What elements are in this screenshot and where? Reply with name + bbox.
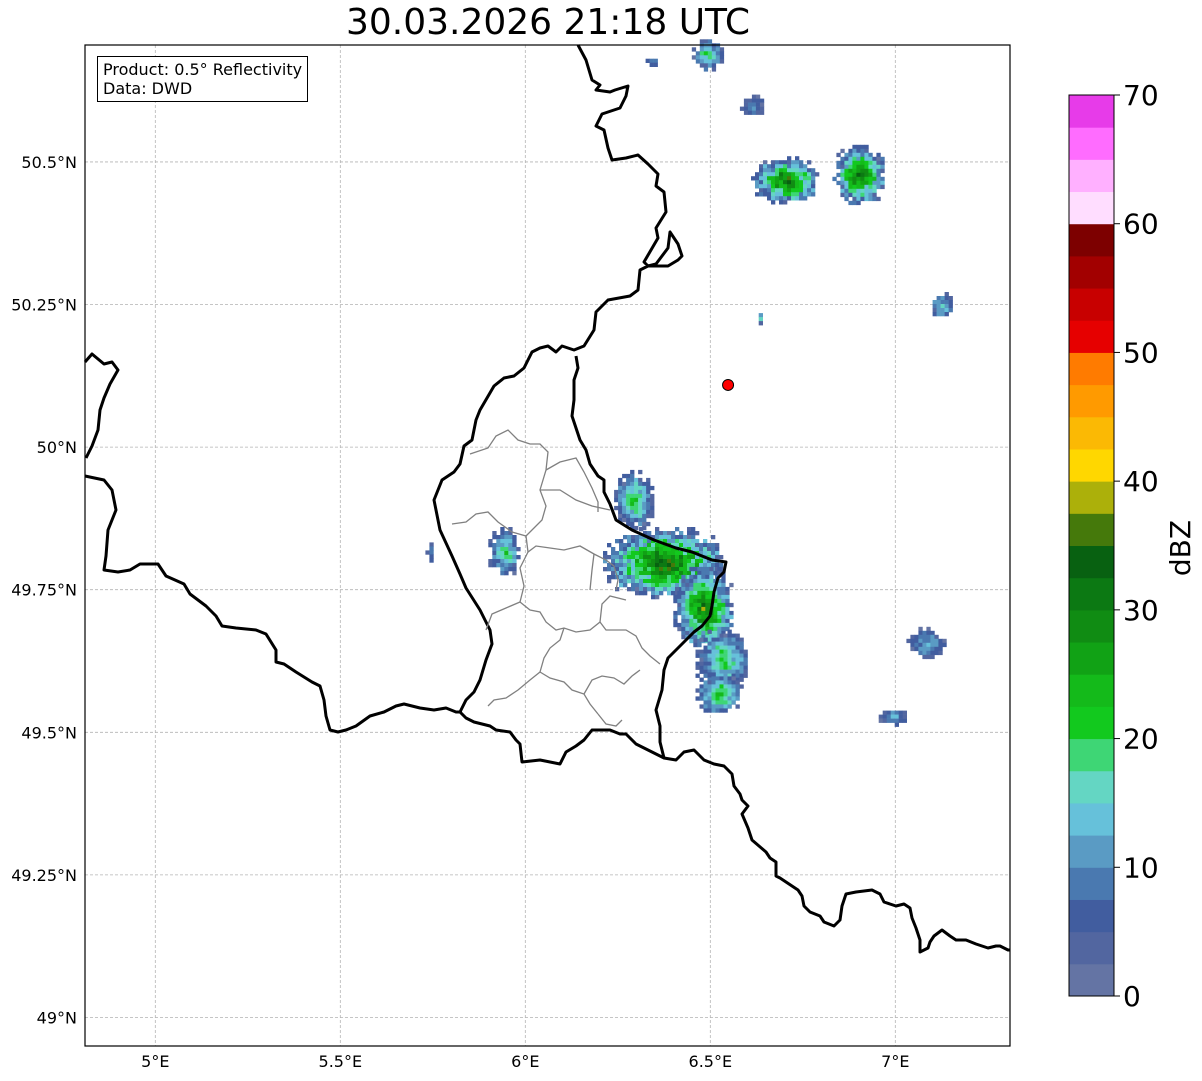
echo-cell — [758, 313, 763, 326]
colorbar-segment — [1069, 931, 1114, 965]
echo-cell — [425, 542, 434, 563]
echo-cell — [645, 58, 658, 67]
colorbar-tick-label: 30 — [1123, 594, 1159, 627]
colorbar-label: dBZ — [1164, 520, 1197, 576]
lat-tick-label: 50.5°N — [21, 153, 77, 172]
colorbar-segment — [1069, 320, 1114, 353]
colorbar-segment — [1069, 609, 1114, 643]
echo-cell — [751, 156, 820, 205]
border-be-nl-corner — [83, 352, 120, 459]
colorbar-segment — [1069, 802, 1114, 836]
echo-cell — [739, 94, 765, 115]
colorbar-segment — [1069, 159, 1114, 193]
lat-tick-label: 49°N — [37, 1008, 77, 1027]
colorbar: 0 10 20 30 40 50 60 70 dBZ — [1068, 79, 1197, 1013]
colorbar-segment — [1069, 223, 1114, 257]
colorbar-segment — [1069, 513, 1114, 546]
colorbar-segment — [1069, 416, 1114, 450]
colorbar-tick-label: 50 — [1123, 336, 1159, 369]
colorbar-segment — [1069, 127, 1114, 160]
colorbar-segment — [1069, 545, 1114, 579]
radar-map[interactable]: 50.5°N 50.25°N 50°N 49.75°N 49.5°N 49.25°N 49°… — [0, 0, 1202, 1081]
colorbar-segment — [1069, 867, 1114, 900]
echo-cell — [488, 527, 521, 576]
colorbar-segment — [1069, 288, 1114, 321]
reflectivity-layer — [425, 39, 953, 727]
colorbar-segment — [1069, 577, 1114, 611]
lon-tick-label: 6.5°E — [689, 1052, 733, 1071]
colorbar-segment — [1069, 835, 1114, 868]
colorbar-tick-label: 20 — [1123, 723, 1159, 756]
colorbar-segment — [1069, 963, 1114, 997]
colorbar-segment — [1069, 448, 1114, 482]
lat-tick-label: 49.5°N — [21, 723, 77, 742]
echo-cell — [832, 144, 885, 206]
colorbar-segment — [1069, 352, 1114, 386]
data-source-label: Data: DWD — [103, 79, 193, 98]
echo-cell — [691, 39, 725, 72]
border-fr-west — [84, 474, 462, 734]
lon-tick-label: 7°E — [881, 1052, 909, 1071]
echo-cell — [878, 710, 907, 727]
colorbar-tick-label: 60 — [1123, 208, 1159, 241]
colorbar-tick-label: 10 — [1123, 851, 1159, 884]
lat-tick-label: 49.25°N — [11, 866, 77, 885]
colorbar-segment — [1069, 95, 1114, 128]
colorbar-tick-label: 70 — [1123, 79, 1159, 112]
echo-cell — [932, 292, 953, 317]
lon-tick-label: 5°E — [141, 1052, 169, 1071]
colorbar-segment — [1069, 255, 1114, 289]
colorbar-tick-label: 0 — [1123, 980, 1141, 1013]
colorbar-segment — [1069, 770, 1114, 804]
lat-tick-label: 50.25°N — [11, 296, 77, 315]
lon-tick-label: 5.5°E — [319, 1052, 363, 1071]
colorbar-tick-label: 40 — [1123, 465, 1159, 498]
colorbar-segment — [1069, 191, 1114, 225]
radar-site-marker[interactable] — [722, 378, 735, 391]
lat-tick-label: 50°N — [37, 438, 77, 457]
colorbar-segment — [1069, 706, 1114, 740]
colorbar-segment — [1069, 642, 1114, 675]
axis-labels: 50.5°N 50.25°N 50°N 49.75°N 49.5°N 49.25°N 49°… — [11, 153, 909, 1071]
colorbar-segment — [1069, 899, 1114, 933]
colorbar-segment — [1069, 674, 1114, 707]
colorbar-segment — [1069, 384, 1114, 418]
product-info-box: Product: 0.5° Reflectivity Data: DWD — [97, 56, 309, 102]
lon-tick-label: 6°E — [511, 1052, 539, 1071]
echo-cell — [906, 626, 947, 660]
colorbar-segment — [1069, 481, 1114, 514]
lat-tick-label: 49.75°N — [11, 581, 77, 600]
colorbar-segment — [1069, 738, 1114, 772]
product-label: Product: 0.5° Reflectivity — [103, 60, 303, 79]
country-border-be-de — [432, 44, 1010, 954]
